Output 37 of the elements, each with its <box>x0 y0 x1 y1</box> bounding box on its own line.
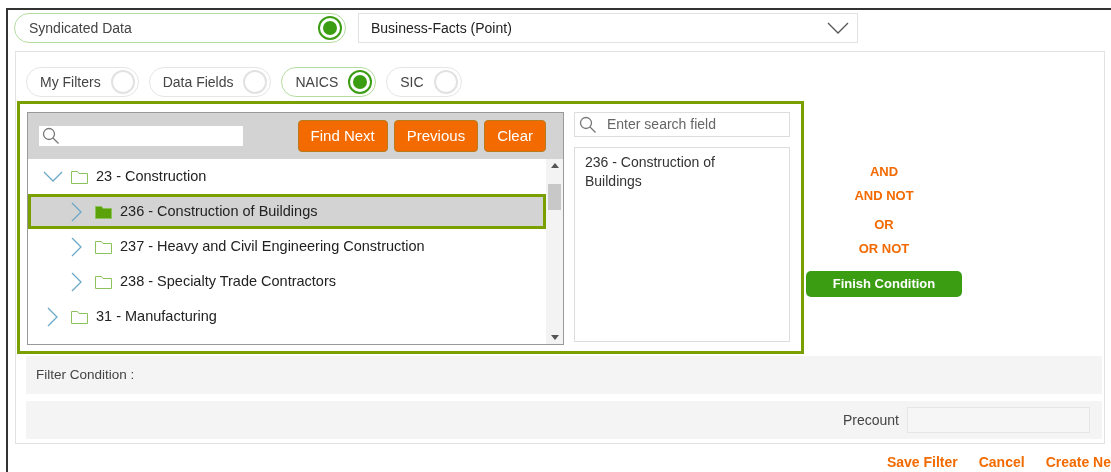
precount-label: Precount <box>842 410 899 430</box>
chevron-right-icon[interactable] <box>71 236 83 257</box>
tree-item[interactable]: 236 - Construction of Buildings <box>28 194 546 229</box>
selected-search-input[interactable]: Enter search field <box>607 114 787 135</box>
tree-item-label: 23 - Construction <box>96 166 207 186</box>
folder-icon <box>95 239 112 254</box>
chevron-down-icon <box>827 22 849 34</box>
scroll-up-icon[interactable] <box>550 163 559 168</box>
chevron-right-icon[interactable] <box>71 271 83 292</box>
folder-icon <box>95 274 112 289</box>
tree-item-label: 236 - Construction of Buildings <box>120 201 318 221</box>
chevron-right-icon[interactable] <box>47 306 59 327</box>
folder-icon <box>95 204 112 219</box>
source-label: Syndicated Data <box>29 18 132 38</box>
tree-item-label: 237 - Heavy and Civil Engineering Construction <box>120 236 425 256</box>
scrollbar[interactable] <box>546 159 563 344</box>
tree-item[interactable]: 23 - Construction <box>28 159 546 194</box>
chevron-right-icon[interactable] <box>71 201 83 222</box>
chevron-down-icon[interactable] <box>43 170 63 183</box>
folder-icon <box>71 169 88 184</box>
dataset-dropdown[interactable]: Business-Facts (Point) <box>358 13 858 43</box>
tree-item[interactable]: 238 - Specialty Trade Contractors <box>28 264 546 299</box>
tree-item[interactable]: 31 - Manufacturing <box>28 299 546 334</box>
tree-item-label: 31 - Manufacturing <box>96 306 217 326</box>
tree-search-field[interactable] <box>39 126 243 146</box>
search-icon <box>42 127 60 145</box>
selected-search-field[interactable]: Enter search field <box>574 112 790 137</box>
selected-value[interactable]: 236 - Construction of Buildings <box>585 153 739 191</box>
tree-item-label: 238 - Specialty Trade Contractors <box>120 271 336 291</box>
folder-icon <box>71 309 88 324</box>
radio-button[interactable] <box>348 70 373 94</box>
scroll-down-icon[interactable] <box>550 335 559 340</box>
tree-item[interactable]: 237 - Heavy and Civil Engineering Construction <box>28 229 546 264</box>
scrollbar-thumb[interactable] <box>548 183 561 210</box>
filter-condition-label: Filter Condition : <box>36 365 135 384</box>
radio-button[interactable] <box>318 16 342 40</box>
search-icon <box>579 115 597 134</box>
